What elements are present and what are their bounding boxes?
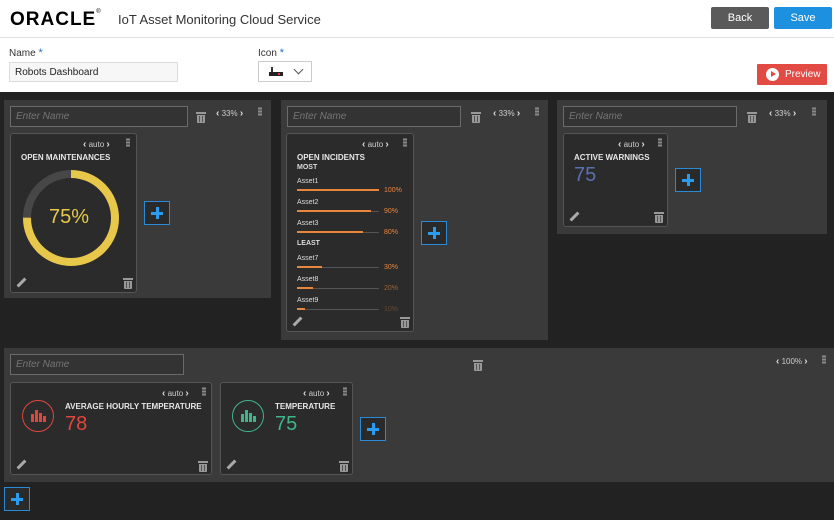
- incident-percent: 10%: [384, 306, 399, 313]
- card-size-control[interactable]: ‹ auto ›: [303, 388, 330, 399]
- name-label: Name *: [9, 47, 43, 59]
- drag-handle-icon[interactable]: [812, 107, 816, 116]
- incident-bar: [297, 287, 314, 289]
- active-warnings-card: ‹ auto › ACTIVE WARNINGS 75: [563, 133, 668, 227]
- preview-label: Preview: [785, 69, 821, 80]
- card-title: ACTIVE WARNINGS: [574, 153, 650, 162]
- avg-temperature-value: 78: [65, 413, 88, 435]
- trash-icon[interactable]: [473, 360, 483, 371]
- gauge-value: 75%: [49, 206, 90, 228]
- incident-bar: [297, 231, 363, 233]
- row-name-input[interactable]: [10, 354, 184, 375]
- incident-bar: [297, 308, 306, 310]
- play-icon: [766, 68, 779, 81]
- add-card-button[interactable]: [421, 221, 447, 245]
- drag-handle-icon[interactable]: [126, 138, 130, 147]
- dashboard-form: Name * Icon * Preview: [0, 38, 834, 92]
- card-size-control[interactable]: ‹ auto ›: [83, 139, 110, 150]
- open-maintenances-card: ‹ auto › OPEN MAINTENANCES 75%: [10, 133, 137, 293]
- trash-icon[interactable]: [123, 278, 133, 289]
- edit-icon[interactable]: [16, 278, 26, 288]
- card-title: OPEN MAINTENANCES: [21, 153, 111, 162]
- column-2: ‹ 33% › ‹ auto › OPEN INCIDENTS MOST Ass…: [281, 100, 548, 340]
- trash-icon[interactable]: [400, 317, 410, 328]
- column-1: ‹ 33% › ‹ auto › OPEN MAINTENANCES 75%: [4, 100, 271, 298]
- incident-percent: 20%: [384, 285, 399, 292]
- incident-bar: [297, 266, 322, 268]
- column-name-input[interactable]: [287, 106, 461, 127]
- router-icon: [269, 67, 283, 77]
- incident-percent: 30%: [384, 264, 399, 271]
- edit-icon[interactable]: [16, 460, 26, 470]
- incident-asset-name: Asset3: [297, 220, 319, 227]
- incident-percent: 90%: [384, 208, 399, 215]
- incident-asset-name: Asset9: [297, 297, 319, 304]
- avg-hourly-temperature-card: ‹ auto › AVERAGE HOURLY TEMPERATURE 78: [10, 382, 212, 475]
- card-title: AVERAGE HOURLY TEMPERATURE: [65, 402, 202, 411]
- trash-icon[interactable]: [198, 461, 208, 472]
- card-size-control[interactable]: ‹ auto ›: [362, 139, 389, 150]
- temperature-card: ‹ auto › TEMPERATURE 75: [220, 382, 353, 475]
- row-section: ‹ 100% › ‹ auto › AVERAGE HOURLY TEMPERA…: [4, 348, 834, 482]
- drag-handle-icon[interactable]: [403, 138, 407, 147]
- save-button[interactable]: Save: [774, 7, 832, 29]
- edit-icon[interactable]: [569, 212, 579, 222]
- trash-icon[interactable]: [747, 112, 757, 123]
- icon-label: Icon *: [258, 47, 284, 59]
- drag-handle-icon[interactable]: [658, 138, 662, 147]
- bar-chart-icon: [232, 400, 264, 432]
- column-size-control[interactable]: ‹ 33% ›: [769, 108, 796, 119]
- chevron-down-icon: [293, 64, 304, 75]
- app-title: IoT Asset Monitoring Cloud Service: [118, 12, 321, 27]
- warnings-value: 75: [574, 164, 597, 186]
- incident-bar: [297, 210, 371, 212]
- incident-percent: 80%: [384, 229, 399, 236]
- column-size-control[interactable]: ‹ 33% ›: [216, 108, 243, 119]
- trash-icon[interactable]: [654, 212, 664, 223]
- row-size-control[interactable]: ‹ 100% ›: [776, 356, 808, 367]
- incident-asset-name: Asset7: [297, 255, 319, 262]
- app-header: ORACLE® IoT Asset Monitoring Cloud Servi…: [0, 0, 834, 38]
- incident-bar-track: [297, 309, 379, 310]
- name-field[interactable]: [9, 62, 178, 82]
- preview-button[interactable]: Preview: [757, 64, 827, 85]
- incident-asset-name: Asset2: [297, 199, 319, 206]
- drag-handle-icon[interactable]: [258, 107, 262, 116]
- incident-asset-name: Asset1: [297, 178, 319, 185]
- edit-icon[interactable]: [226, 460, 236, 470]
- incident-percent: 100%: [384, 187, 402, 194]
- least-label: LEAST: [297, 240, 320, 247]
- bar-chart-icon: [22, 400, 54, 432]
- drag-handle-icon[interactable]: [202, 387, 206, 396]
- card-size-control[interactable]: ‹ auto ›: [618, 139, 645, 150]
- card-title: OPEN INCIDENTS: [297, 153, 366, 162]
- back-button[interactable]: Back: [711, 7, 769, 29]
- drag-handle-icon[interactable]: [535, 107, 539, 116]
- temperature-value: 75: [275, 413, 298, 435]
- open-incidents-card: ‹ auto › OPEN INCIDENTS MOST Asset1 100%…: [286, 133, 414, 332]
- add-row-button[interactable]: [4, 487, 30, 511]
- card-title: TEMPERATURE: [275, 402, 336, 411]
- icon-select[interactable]: [258, 61, 312, 82]
- drag-handle-icon[interactable]: [822, 355, 826, 364]
- column-size-control[interactable]: ‹ 33% ›: [493, 108, 520, 119]
- trash-icon[interactable]: [196, 112, 206, 123]
- edit-icon[interactable]: [292, 317, 302, 327]
- oracle-logo: ORACLE®: [10, 9, 102, 30]
- trash-icon[interactable]: [339, 461, 349, 472]
- add-card-button[interactable]: [144, 201, 170, 225]
- most-label: MOST: [297, 164, 318, 171]
- add-card-button[interactable]: [675, 168, 701, 192]
- card-size-control[interactable]: ‹ auto ›: [162, 388, 189, 399]
- column-name-input[interactable]: [10, 106, 188, 127]
- column-3: ‹ 33% › ‹ auto › ACTIVE WARNINGS 75: [557, 100, 827, 234]
- incident-bar: [297, 189, 379, 191]
- add-card-button[interactable]: [360, 417, 386, 441]
- column-name-input[interactable]: [563, 106, 737, 127]
- incident-asset-name: Asset8: [297, 276, 319, 283]
- trash-icon[interactable]: [471, 112, 481, 123]
- drag-handle-icon[interactable]: [343, 387, 347, 396]
